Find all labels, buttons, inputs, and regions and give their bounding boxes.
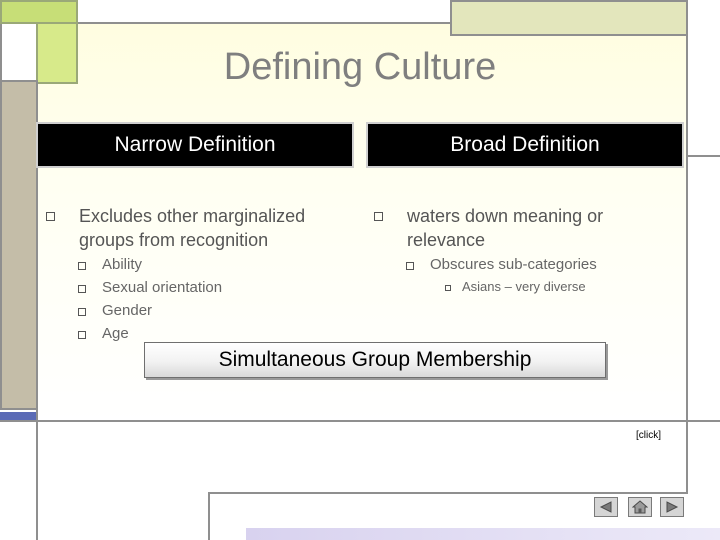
bullet-box-icon xyxy=(445,285,451,291)
bullet-box-icon xyxy=(78,262,86,270)
broad-sub-item-text: Obscures sub-categories xyxy=(430,256,597,273)
decor-right-tick xyxy=(688,155,720,157)
next-slide-button[interactable] xyxy=(660,497,684,517)
decor-green-block-left xyxy=(36,22,78,84)
broad-sub-sub-item-text: Asians – very diverse xyxy=(462,279,586,294)
narrow-bullet: Excludes other marginalized groups from … xyxy=(46,204,346,252)
triangle-left-icon xyxy=(599,501,612,513)
decor-green-block-top xyxy=(0,0,78,24)
broad-sub-item: Obscures sub-categories xyxy=(406,254,597,276)
broad-definition-header: Broad Definition xyxy=(366,122,684,168)
narrow-definition-header: Narrow Definition xyxy=(36,122,354,168)
decor-right-margin xyxy=(688,0,720,540)
narrow-sub-item: Gender xyxy=(78,300,152,322)
bullet-box-icon xyxy=(374,212,383,221)
narrow-sub-item-text: Gender xyxy=(102,302,153,319)
decor-top-bar xyxy=(76,0,456,24)
narrow-sub-item: Ability xyxy=(78,254,142,276)
decor-divider-bottom xyxy=(0,420,720,422)
narrow-sub-item: Age xyxy=(78,323,129,345)
bullet-box-icon xyxy=(406,262,414,270)
broad-sub-sub-item: Asians – very diverse xyxy=(445,278,586,296)
decor-tan-block xyxy=(0,80,38,410)
narrow-sub-item-text: Ability xyxy=(102,256,143,273)
decor-olive-block xyxy=(450,0,690,36)
bullet-box-icon xyxy=(78,285,86,293)
home-icon xyxy=(632,500,648,514)
broad-bullet-text: waters down meaning or relevance xyxy=(407,206,604,250)
home-button[interactable] xyxy=(628,497,652,517)
narrow-sub-item: Sexual orientation xyxy=(78,277,222,299)
broad-bullet: waters down meaning or relevance xyxy=(374,204,664,252)
decor-divider-right xyxy=(686,0,688,540)
click-note: [click] xyxy=(636,430,661,441)
narrow-sub-item-text: Sexual orientation xyxy=(102,279,223,296)
simultaneous-group-membership-callout[interactable]: Simultaneous Group Membership xyxy=(144,342,606,378)
narrow-sub-item-text: Age xyxy=(102,325,129,342)
bullet-box-icon xyxy=(46,212,55,221)
narrow-bullet-text: Excludes other marginalized groups from … xyxy=(79,206,306,250)
slide-title: Defining Culture xyxy=(223,46,497,88)
slide: Defining Culture Narrow Definition Broad… xyxy=(0,0,720,540)
triangle-right-icon xyxy=(666,501,679,513)
bullet-box-icon xyxy=(78,331,86,339)
decor-white-block xyxy=(0,22,38,82)
decor-bottom-strip xyxy=(246,528,720,540)
bullet-box-icon xyxy=(78,308,86,316)
previous-slide-button[interactable] xyxy=(594,497,618,517)
